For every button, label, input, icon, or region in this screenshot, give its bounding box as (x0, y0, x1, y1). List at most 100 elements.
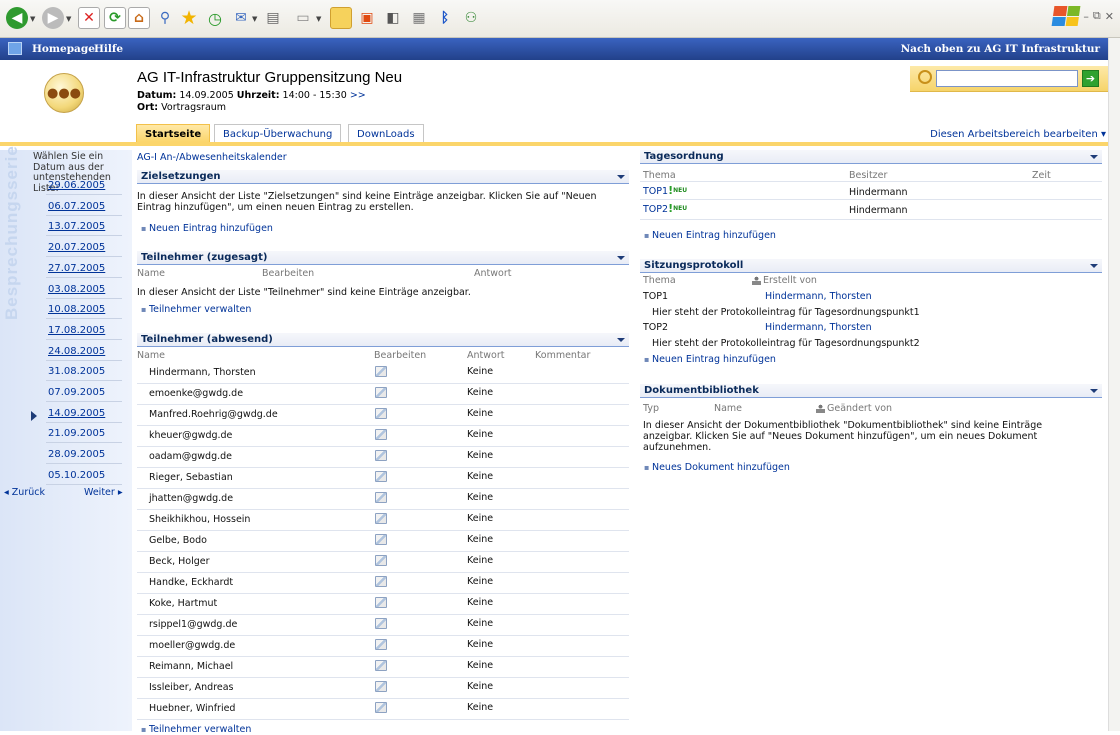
minimize-icon[interactable]: – (1083, 10, 1089, 23)
messenger-icon[interactable]: ◧ (382, 7, 404, 29)
search-go-button[interactable]: ➔ (1082, 70, 1099, 87)
edit-dropdown-icon[interactable]: ▼ (316, 15, 321, 23)
next-link[interactable]: Weiter ▸ (84, 487, 123, 498)
edit-response-icon[interactable] (375, 492, 387, 503)
more-details-link[interactable]: >> (350, 90, 366, 101)
date-link[interactable]: 21.09.2005 (48, 428, 118, 439)
back-icon[interactable]: ◀ (6, 7, 28, 29)
date-link[interactable]: 28.09.2005 (48, 449, 118, 460)
tab-startseite[interactable]: Startseite (136, 124, 211, 142)
users-icon[interactable]: ⚇ (460, 7, 482, 29)
tools-icon[interactable]: ▦ (408, 7, 430, 29)
dokumentbibliothek-add-link[interactable]: Neues Dokument hinzufügen (644, 462, 790, 473)
edit-response-icon[interactable] (375, 576, 387, 587)
edit-response-icon[interactable] (375, 681, 387, 692)
dokumentbibliothek-header: Dokumentbibliothek (640, 384, 1102, 398)
protocol-author-link[interactable]: Hindermann, Thorsten (765, 322, 872, 333)
webpart-menu-icon[interactable] (1090, 264, 1098, 268)
edit-response-icon[interactable] (375, 513, 387, 524)
date-link[interactable]: 03.08.2005 (48, 284, 118, 295)
edit-response-icon[interactable] (375, 408, 387, 419)
teilnehmer-abwesend-manage-link[interactable]: Teilnehmer verwalten (141, 724, 251, 735)
date-divider (46, 318, 122, 320)
participant-answer: Keine (467, 576, 494, 587)
webpart-menu-icon[interactable] (617, 256, 625, 260)
search-toolbar-icon[interactable]: ⚲ (154, 7, 176, 29)
tab-backup-ueberwachung[interactable]: Backup-Überwachung (214, 124, 342, 142)
tab-downloads[interactable]: DownLoads (348, 124, 424, 142)
teilnehmer-zugesagt-header: Teilnehmer (zugesagt) (137, 251, 629, 265)
participant-name: Huebner, Winfried (149, 703, 236, 714)
mail-icon[interactable]: ✉ (230, 7, 252, 29)
bluetooth-icon[interactable]: ᛒ (434, 7, 456, 29)
date-link[interactable]: 20.07.2005 (48, 242, 118, 253)
col-name: Name (137, 268, 166, 279)
edit-response-icon[interactable] (375, 450, 387, 461)
back-dropdown-icon[interactable]: ▼ (30, 15, 35, 23)
homepage-link[interactable]: Homepage (32, 43, 95, 55)
webpart-menu-icon[interactable] (617, 175, 625, 179)
webpart-menu-icon[interactable] (617, 338, 625, 342)
print-icon[interactable]: ▤ (262, 7, 284, 29)
edit-response-icon[interactable] (375, 618, 387, 629)
edit-icon[interactable]: ▭ (292, 7, 314, 29)
participant-name: Issleiber, Andreas (149, 682, 234, 693)
edit-response-icon[interactable] (375, 366, 387, 377)
webpart-menu-icon[interactable] (1090, 389, 1098, 393)
research-icon[interactable]: ▣ (356, 7, 378, 29)
edit-response-icon[interactable] (375, 597, 387, 608)
edit-response-icon[interactable] (375, 702, 387, 713)
previous-link[interactable]: ◂ Zurück (4, 487, 45, 498)
agenda-item-top1[interactable]: TOP1!NEU (643, 185, 687, 197)
date-link[interactable]: 10.08.2005 (48, 304, 118, 315)
date-link[interactable]: 05.10.2005 (48, 470, 118, 481)
edit-workspace-link[interactable]: Diesen Arbeitsbereich bearbeiten ▾ (930, 129, 1106, 140)
agenda-owner: Hindermann (849, 205, 908, 216)
webpart-menu-icon[interactable] (1090, 155, 1098, 159)
up-to-parent-link[interactable]: Nach oben zu AG IT Infrastruktur (901, 43, 1100, 55)
date-link[interactable]: 31.08.2005 (48, 366, 118, 377)
date-link[interactable]: 17.08.2005 (48, 325, 118, 336)
date-link[interactable]: 07.09.2005 (48, 387, 118, 398)
edit-response-icon[interactable] (375, 534, 387, 545)
search-input[interactable] (936, 70, 1078, 87)
agenda-item-top2[interactable]: TOP2!NEU (643, 203, 687, 215)
edit-response-icon[interactable] (375, 555, 387, 566)
teilnehmer-zugesagt-manage-link[interactable]: Teilnehmer verwalten (141, 304, 251, 315)
date-link[interactable]: 24.08.2005 (48, 346, 118, 357)
refresh-icon[interactable]: ⟳ (104, 7, 126, 29)
calendar-link[interactable]: AG-I An-/Abwesenheitskalender (137, 152, 287, 163)
restore-icon[interactable]: ⧉ (1093, 9, 1101, 23)
meeting-series-label: Besprechungsserie (2, 145, 21, 320)
date-value: 14.09.2005 (179, 90, 234, 101)
folder-icon[interactable] (330, 7, 352, 29)
vertical-scrollbar[interactable] (1108, 38, 1120, 731)
close-icon[interactable]: ✕ (1105, 10, 1114, 23)
edit-response-icon[interactable] (375, 387, 387, 398)
sitzungsprotokoll-add-link[interactable]: Neuen Eintrag hinzufügen (644, 354, 776, 365)
help-link[interactable]: Hilfe (94, 43, 123, 55)
person-icon (816, 404, 825, 413)
edit-response-icon[interactable] (375, 660, 387, 671)
forward-icon[interactable]: ▶ (42, 7, 64, 29)
tagesordnung-add-link[interactable]: Neuen Eintrag hinzufügen (644, 230, 776, 241)
stop-icon[interactable]: ✕ (78, 7, 100, 29)
mail-dropdown-icon[interactable]: ▼ (252, 15, 257, 23)
edit-response-icon[interactable] (375, 429, 387, 440)
col-name: Name (714, 403, 743, 414)
edit-response-icon[interactable] (375, 471, 387, 482)
date-link[interactable]: 27.07.2005 (48, 263, 118, 274)
history-icon[interactable]: ◷ (204, 7, 226, 29)
zielsetzungen-add-link[interactable]: Neuen Eintrag hinzufügen (141, 223, 273, 234)
protocol-author-link[interactable]: Hindermann, Thorsten (765, 291, 872, 302)
home-icon[interactable]: ⌂ (128, 7, 150, 29)
date-link[interactable]: 14.09.2005 (48, 408, 118, 419)
forward-dropdown-icon[interactable]: ▼ (66, 15, 71, 23)
date-link[interactable]: 29.06.2005 (48, 180, 118, 191)
favorites-icon[interactable]: ★ (178, 7, 200, 29)
date-link[interactable]: 06.07.2005 (48, 201, 118, 212)
edit-response-icon[interactable] (375, 639, 387, 650)
location-label: Ort: (137, 102, 159, 113)
date-link[interactable]: 13.07.2005 (48, 221, 118, 232)
row-divider (137, 677, 629, 678)
